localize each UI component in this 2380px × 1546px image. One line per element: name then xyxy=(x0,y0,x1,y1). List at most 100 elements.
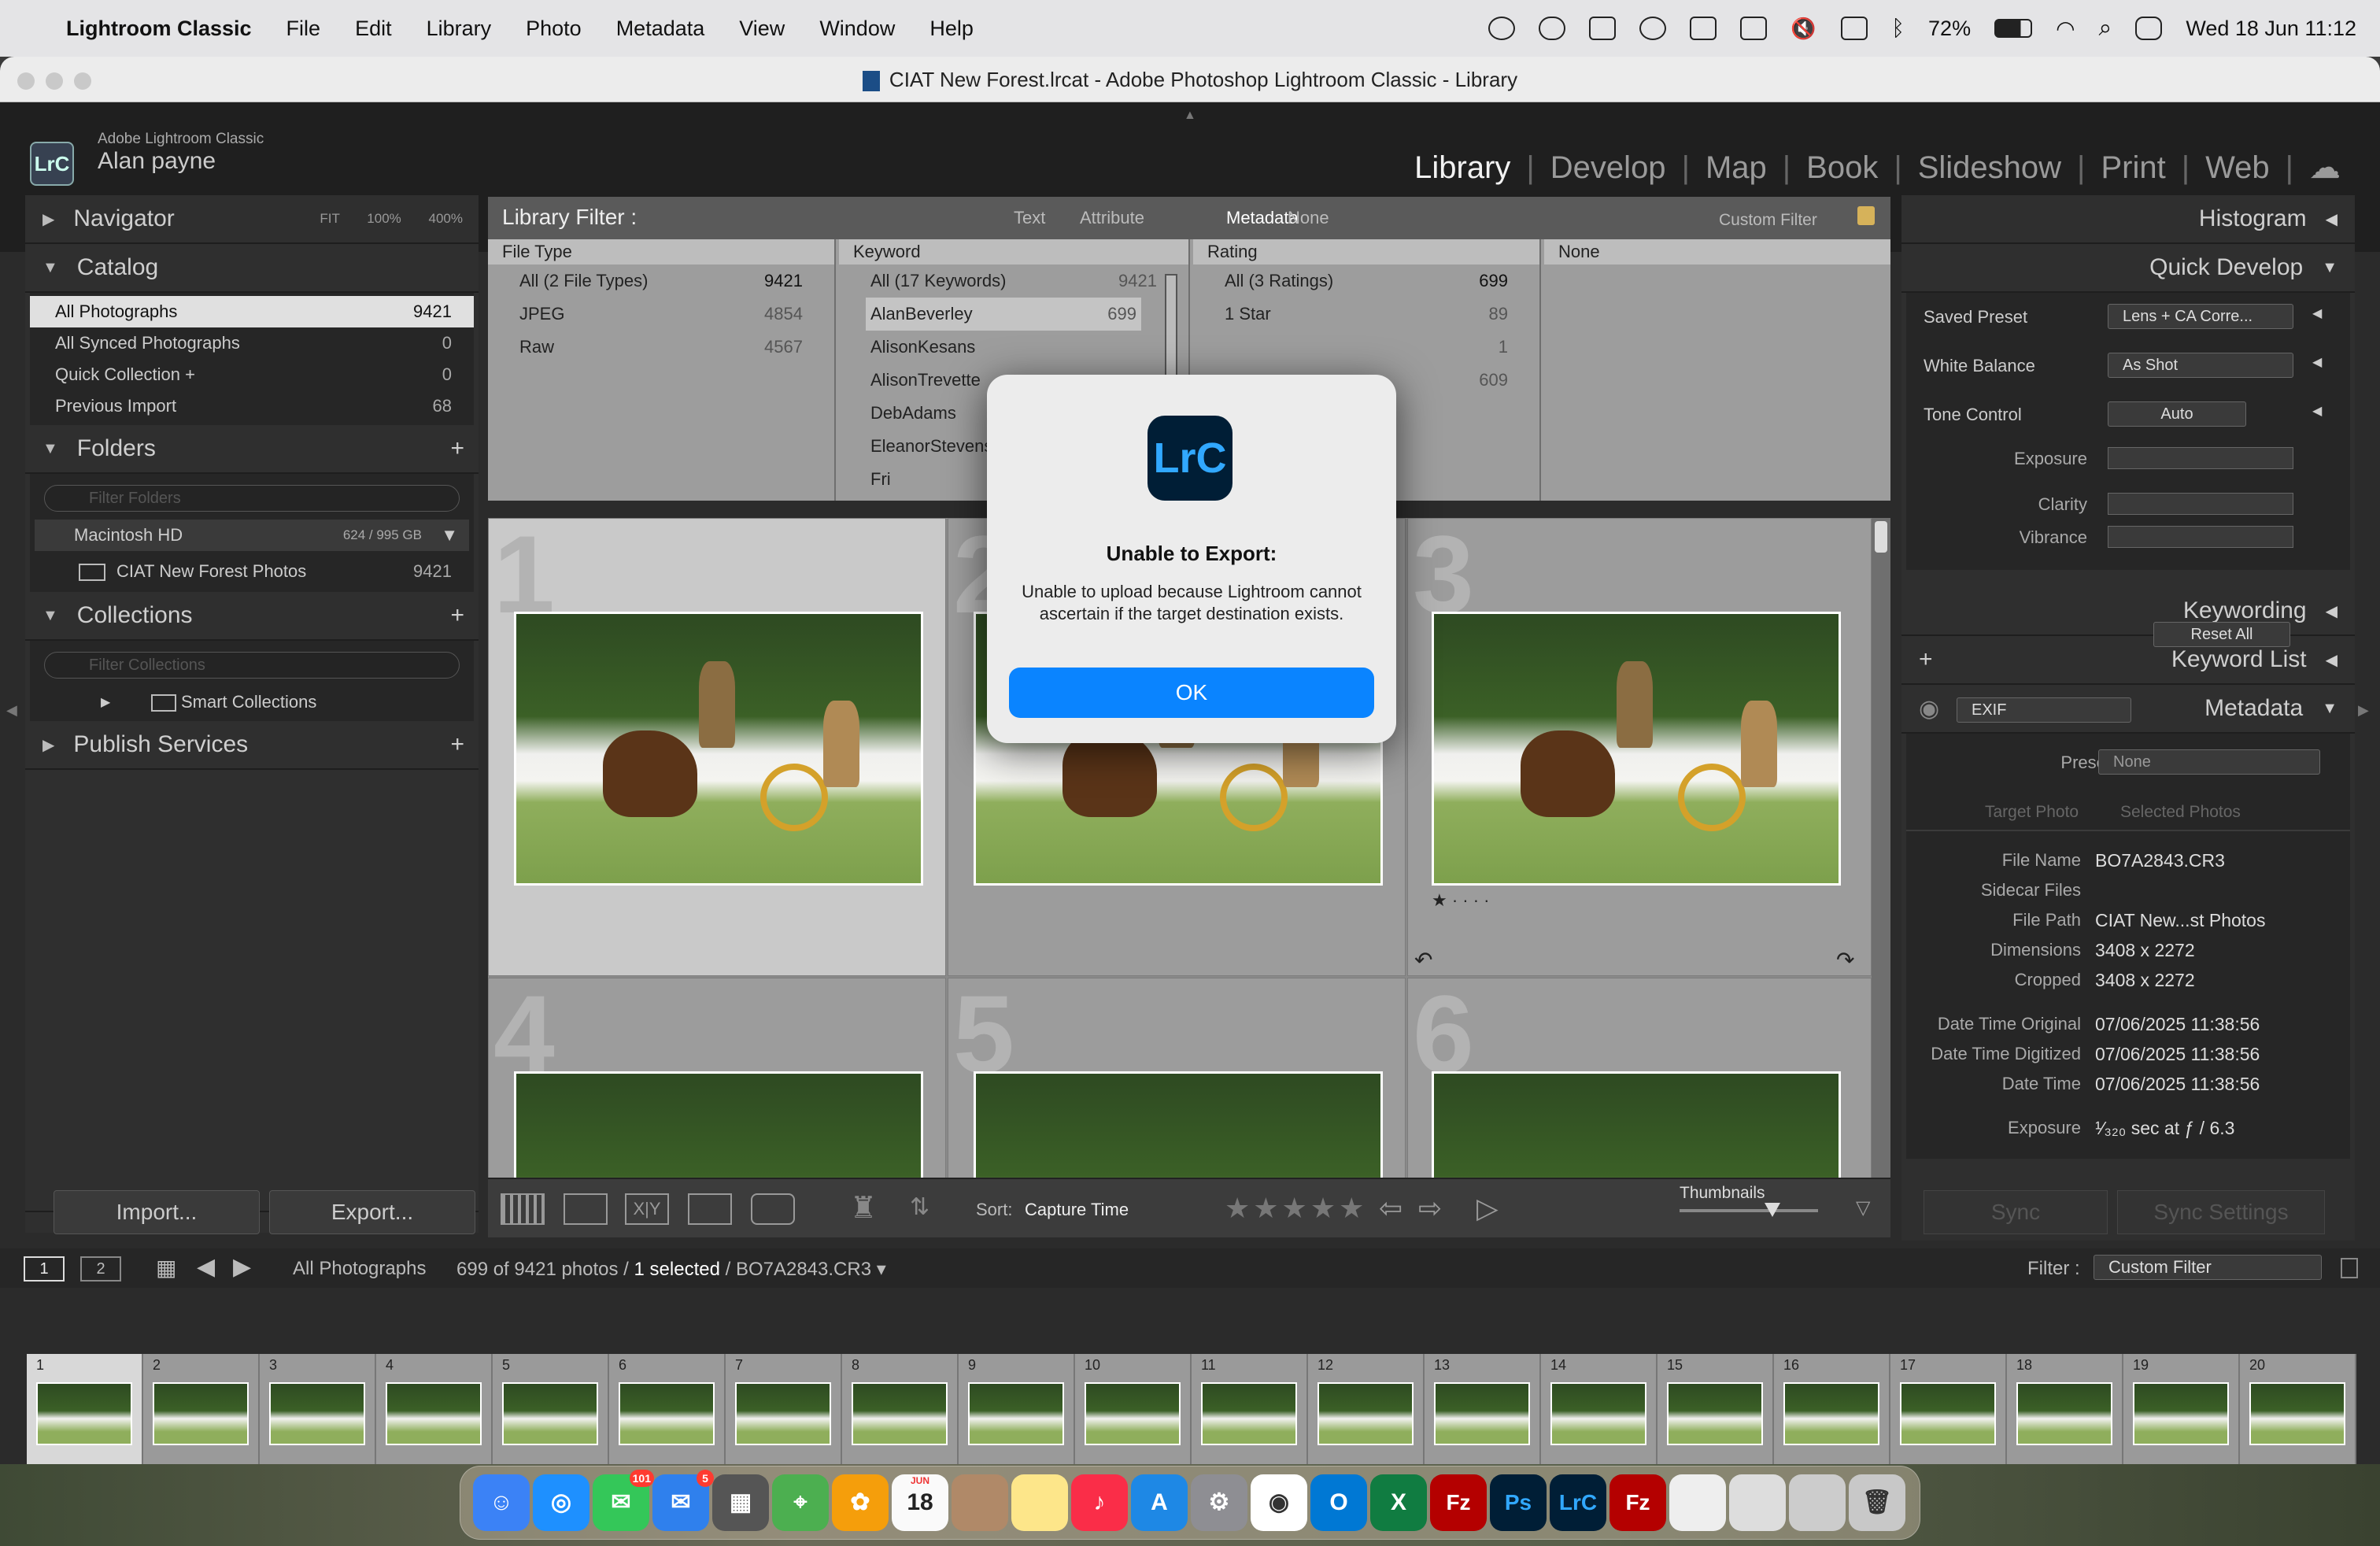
exposure-adjust-buttons[interactable] xyxy=(2108,447,2293,469)
secondary-window-button[interactable]: 2 xyxy=(80,1256,121,1282)
toolbar-menu-icon[interactable]: ▽ xyxy=(1856,1196,1870,1219)
control-center-icon[interactable] xyxy=(2135,17,2163,40)
menu-edit[interactable]: Edit xyxy=(355,17,392,41)
filmstrip-frame[interactable]: 18 xyxy=(2007,1354,2123,1464)
volume-menu-icon[interactable]: ▼ xyxy=(441,525,458,546)
filmstrip-frame[interactable]: 10 xyxy=(1075,1354,1192,1464)
export-button[interactable]: Export... xyxy=(269,1190,475,1234)
dock-screenshot-icon[interactable] xyxy=(1789,1474,1846,1531)
filter-lock-icon[interactable] xyxy=(2341,1258,2358,1278)
menu-photo[interactable]: Photo xyxy=(526,17,582,41)
frame-thumbnail[interactable] xyxy=(1783,1382,1879,1445)
previous-photo-icon[interactable]: ⇦ xyxy=(1379,1192,1402,1225)
dock-photoshop-icon[interactable]: Ps xyxy=(1490,1474,1547,1531)
sort-direction-icon[interactable]: ⇅ xyxy=(910,1193,929,1221)
filmstrip-frame[interactable]: 19 xyxy=(2123,1354,2240,1464)
frame-thumbnail[interactable] xyxy=(852,1382,948,1445)
rating-stars[interactable]: ★★★★★ xyxy=(1225,1192,1367,1225)
filmstrip-status[interactable]: 699 of 9421 photos / 1 selected / BO7A28… xyxy=(456,1258,886,1281)
column-header[interactable]: File Type xyxy=(488,239,834,264)
collections-header[interactable]: ▼ Collections + xyxy=(25,592,479,641)
filter-item[interactable]: All (2 File Types) 9421 xyxy=(488,264,834,298)
display-icon[interactable] xyxy=(1740,17,1768,40)
menu-file[interactable]: File xyxy=(286,17,321,41)
menu-library[interactable]: Library xyxy=(427,17,492,41)
spotlight-search-icon[interactable]: ⌕ xyxy=(2099,15,2112,42)
collapse-top-panel-icon[interactable]: ▲ xyxy=(1184,109,1196,123)
filmstrip-frame[interactable]: 16 xyxy=(1774,1354,1890,1464)
disclosure-triangle-icon[interactable]: ◀ xyxy=(2312,354,2322,370)
navigator-zoom-options[interactable]: FIT 100% 400% xyxy=(320,211,463,227)
grid-view-icon[interactable]: ▦ xyxy=(156,1255,176,1281)
auto-tone-button[interactable]: Auto xyxy=(2108,401,2246,427)
add-publish-service-icon[interactable]: + xyxy=(450,731,464,758)
vibrance-adjust-buttons[interactable] xyxy=(2108,526,2293,548)
minimize-window-button[interactable] xyxy=(46,72,63,90)
filter-item[interactable]: All (3 Ratings) 699 xyxy=(1193,264,1539,298)
catalog-item-synced[interactable]: All Synced Photographs 0 xyxy=(30,327,474,359)
clock[interactable]: Wed 18 Jun 11:12 xyxy=(2186,17,2356,41)
dock-music-icon[interactable]: ♪ xyxy=(1071,1474,1128,1531)
target-photo-option[interactable]: Target Photo xyxy=(1985,803,2079,822)
filmstrip-frame[interactable]: 20 xyxy=(2240,1354,2356,1464)
frame-thumbnail[interactable] xyxy=(1318,1382,1414,1445)
dock-chrome-icon[interactable]: ◉ xyxy=(1251,1474,1307,1531)
clarity-adjust-buttons[interactable] xyxy=(2108,493,2293,515)
filter-tab-text[interactable]: Text xyxy=(1014,208,1045,228)
dock-preview-icon[interactable] xyxy=(1729,1474,1786,1531)
collapse-left-panel-icon[interactable]: ◀ xyxy=(6,702,17,719)
dock-trash-icon[interactable]: 🗑 xyxy=(1849,1474,1905,1531)
filter-tab-none[interactable]: None xyxy=(1288,208,1329,228)
add-collection-icon[interactable]: + xyxy=(450,602,464,629)
filmstrip-frame[interactable]: 15 xyxy=(1658,1354,1774,1464)
filmstrip-frame[interactable]: 12 xyxy=(1308,1354,1425,1464)
frame-thumbnail[interactable] xyxy=(36,1382,132,1445)
histogram-header[interactable]: Histogram ◀ xyxy=(1901,195,2355,244)
dock-filezilla-icon[interactable]: Fz xyxy=(1609,1474,1666,1531)
time-machine-icon[interactable] xyxy=(1639,17,1667,40)
frame-thumbnail[interactable] xyxy=(2133,1382,2229,1445)
dock-calculator-icon[interactable]: ▦ xyxy=(712,1474,769,1531)
volume-macintosh-hd[interactable]: Macintosh HD 624 / 995 GB ▼ xyxy=(35,520,469,551)
dock-finder-icon[interactable]: ☺ xyxy=(473,1474,530,1531)
disclosure-triangle-icon[interactable]: ◀ xyxy=(2312,403,2322,419)
next-photo-icon[interactable]: ⇨ xyxy=(1418,1192,1442,1225)
filmstrip-frame[interactable]: 3 xyxy=(260,1354,376,1464)
ok-button[interactable]: OK xyxy=(1009,668,1374,718)
filter-item[interactable]: Raw 4567 xyxy=(488,331,834,364)
back-arrow-icon[interactable]: ◀ xyxy=(197,1253,215,1281)
column-header[interactable]: Rating xyxy=(1193,239,1539,264)
star-rating[interactable]: ★ · · · · xyxy=(1432,890,1489,911)
module-book[interactable]: Book xyxy=(1806,150,1878,186)
add-keyword-icon[interactable]: + xyxy=(1919,646,1933,673)
filter-item[interactable]: JPEG 4854 xyxy=(488,298,834,331)
filter-tab-attribute[interactable]: Attribute xyxy=(1080,208,1144,228)
keyboard-layout-icon[interactable] xyxy=(1589,17,1617,40)
dock-safari-icon[interactable]: ◎ xyxy=(533,1474,589,1531)
dock-filezilla-icon[interactable]: Fz xyxy=(1430,1474,1487,1531)
white-balance-select[interactable]: As Shot xyxy=(2108,353,2293,378)
zoom-window-button[interactable] xyxy=(74,72,91,90)
dock-outlook-icon[interactable]: O xyxy=(1310,1474,1367,1531)
filmstrip-frame[interactable]: 13 xyxy=(1425,1354,1541,1464)
dock-notes-icon[interactable] xyxy=(1011,1474,1068,1531)
dock-calendar-icon[interactable]: JUN 18 xyxy=(892,1474,948,1531)
metadata-view-select[interactable]: EXIF xyxy=(1957,697,2131,723)
filmstrip-frame[interactable]: 5 xyxy=(493,1354,609,1464)
column-header[interactable]: Keyword xyxy=(839,239,1188,264)
module-slideshow[interactable]: Slideshow xyxy=(1918,150,2061,186)
frame-thumbnail[interactable] xyxy=(1201,1382,1297,1445)
filmstrip-frame[interactable]: 17 xyxy=(1890,1354,2007,1464)
module-develop[interactable]: Develop xyxy=(1550,150,1666,186)
frame-thumbnail[interactable] xyxy=(968,1382,1064,1445)
folders-header[interactable]: ▼ Folders + xyxy=(25,425,479,474)
frame-thumbnail[interactable] xyxy=(1434,1382,1530,1445)
menu-metadata[interactable]: Metadata xyxy=(616,17,705,41)
frame-thumbnail[interactable] xyxy=(269,1382,365,1445)
filmstrip-frame[interactable]: 6 xyxy=(609,1354,726,1464)
filmstrip-frame[interactable]: 4 xyxy=(376,1354,493,1464)
frame-thumbnail[interactable] xyxy=(2249,1382,2345,1445)
survey-view-icon[interactable] xyxy=(688,1193,732,1225)
creative-cloud-icon[interactable] xyxy=(1488,17,1516,40)
collapse-right-panel-icon[interactable]: ▶ xyxy=(2358,702,2369,719)
